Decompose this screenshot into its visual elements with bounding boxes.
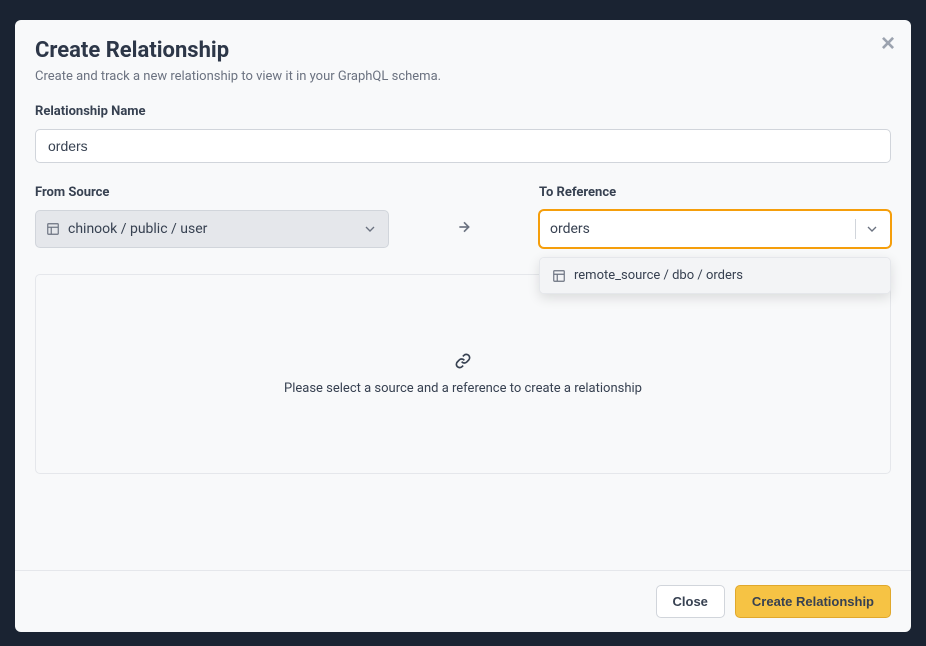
relationship-name-input[interactable] <box>35 129 891 163</box>
close-icon[interactable]: × <box>881 32 895 56</box>
link-icon <box>455 353 471 373</box>
arrow-column <box>389 185 539 239</box>
modal-body: Relationship Name From Source chinook / … <box>15 92 911 570</box>
dropdown-option[interactable]: remote_source / dbo / orders <box>540 258 890 293</box>
relationship-placeholder: Please select a source and a reference t… <box>35 274 891 474</box>
create-relationship-modal: Create Relationship Create and track a n… <box>15 20 911 632</box>
arrow-right-icon <box>456 219 472 239</box>
placeholder-text: Please select a source and a reference t… <box>284 381 642 396</box>
relationship-name-group: Relationship Name <box>35 104 891 163</box>
to-reference-column: To Reference orders <box>539 185 891 248</box>
modal-footer: Close Create Relationship <box>15 570 911 632</box>
create-relationship-button[interactable]: Create Relationship <box>735 585 891 618</box>
to-reference-value: orders <box>550 221 849 237</box>
from-source-value: chinook / public / user <box>68 221 348 237</box>
modal-subtitle: Create and track a new relationship to v… <box>35 69 891 84</box>
chevron-down-icon <box>855 219 880 239</box>
table-icon <box>552 269 566 283</box>
to-reference-dropdown: remote_source / dbo / orders <box>539 257 891 294</box>
to-reference-select[interactable]: orders <box>539 210 891 248</box>
from-source-column: From Source chinook / public / user <box>35 185 389 248</box>
relationship-name-label: Relationship Name <box>35 104 891 119</box>
modal-title: Create Relationship <box>35 38 891 63</box>
from-source-label: From Source <box>35 185 389 200</box>
modal-header: Create Relationship Create and track a n… <box>15 20 911 92</box>
close-button[interactable]: Close <box>656 585 725 618</box>
source-reference-row: From Source chinook / public / user <box>35 185 891 248</box>
dropdown-option-label: remote_source / dbo / orders <box>574 268 743 283</box>
to-reference-label: To Reference <box>539 185 891 200</box>
chevron-down-icon <box>354 219 378 239</box>
from-source-select[interactable]: chinook / public / user <box>35 210 389 248</box>
table-icon <box>46 222 60 236</box>
